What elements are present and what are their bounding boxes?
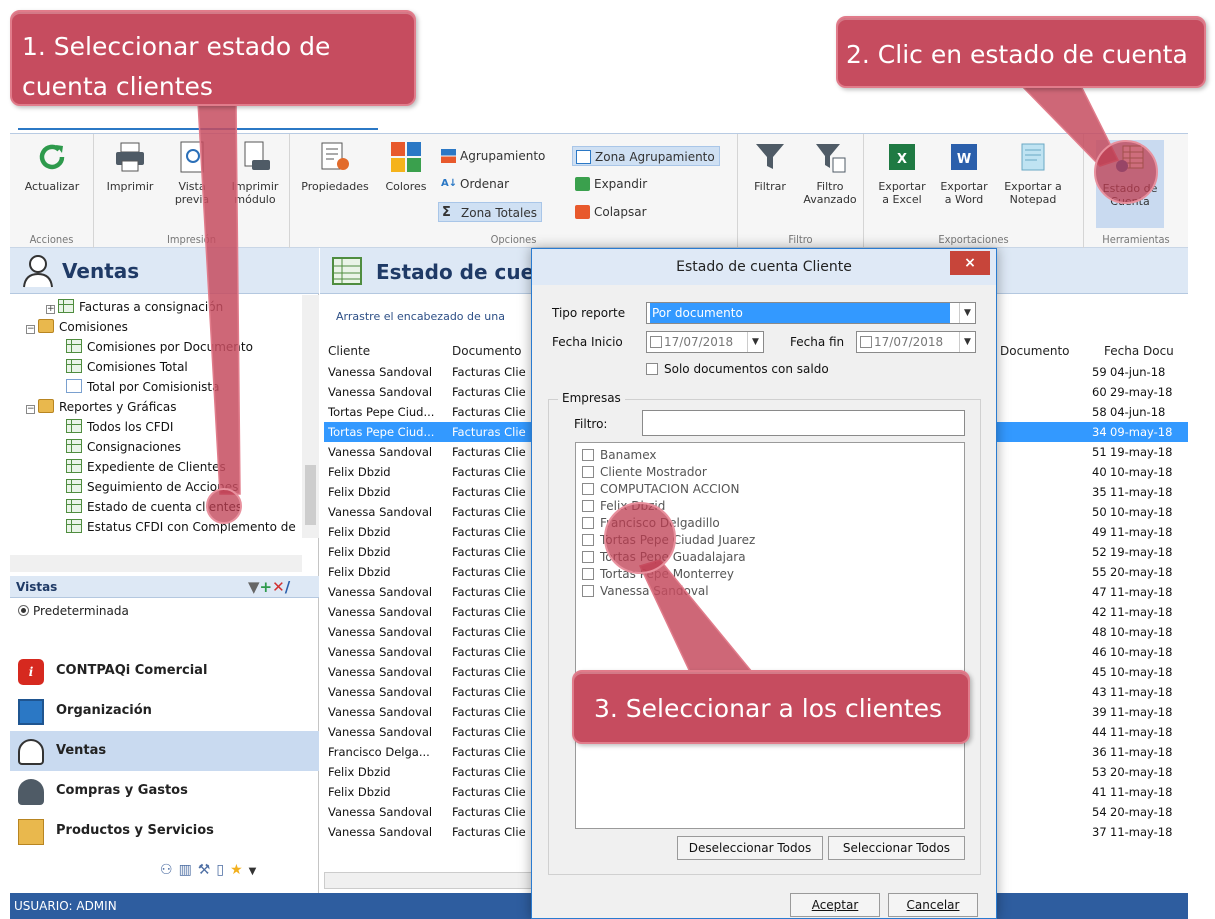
- callout-3-target-marker: [604, 502, 676, 574]
- callout-step-3: 3. Seleccionar a los clientes: [572, 670, 970, 744]
- callout-1-pointer: [197, 101, 241, 495]
- callout-2-target-marker: [1094, 140, 1158, 204]
- callout-2-text: 2. Clic en estado de cuenta: [846, 40, 1188, 69]
- callout-1-target-marker: [206, 488, 242, 524]
- callout-pointers: [197, 83, 1120, 673]
- callout-3-pointer: [638, 559, 754, 673]
- callout-step-1: 1. Seleccionar estado de cuenta clientes: [10, 10, 416, 106]
- callout-1-line-1: 1. Seleccionar estado de: [22, 32, 331, 61]
- callout-step-2: 2. Clic en estado de cuenta: [836, 16, 1206, 88]
- callout-1-line-2: cuenta clientes: [22, 72, 213, 101]
- callout-3-text: 3. Seleccionar a los clientes: [594, 694, 943, 723]
